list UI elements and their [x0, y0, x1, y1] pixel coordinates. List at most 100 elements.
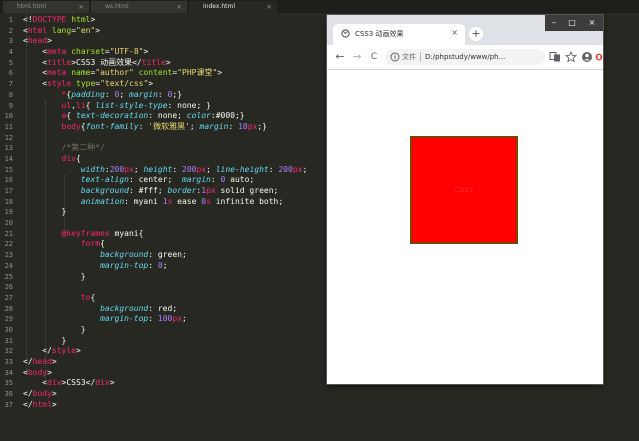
code-token: padding: [71, 89, 105, 99]
code-token: >: [51, 389, 57, 399]
line-number: 20: [4, 219, 13, 228]
code-line: <head>: [23, 36, 307, 47]
code-line: </html>: [23, 400, 307, 411]
code-token: margin-top: [100, 260, 149, 270]
line-number: 15: [4, 165, 13, 174]
code-token: >: [217, 68, 223, 78]
code-token: px: [247, 121, 258, 131]
editor-tab-label: ws.html: [105, 3, 129, 10]
line-number: 3: [8, 37, 13, 46]
code-token: 200: [109, 164, 125, 174]
code-line: background: green;: [23, 250, 307, 261]
code-token: :: [210, 175, 221, 185]
line-number: 37: [4, 400, 13, 409]
code-line: }: [23, 272, 307, 283]
line-number: 19: [4, 208, 13, 217]
info-icon[interactable]: [390, 52, 400, 62]
translate-icon[interactable]: [549, 51, 561, 63]
maximize-button[interactable]: □: [563, 15, 581, 31]
code-token: >: [165, 57, 171, 67]
code-token: style: [47, 79, 72, 89]
close-icon[interactable]: ×: [266, 1, 272, 13]
reload-button[interactable]: C: [367, 49, 381, 65]
code-line: </body>: [23, 389, 307, 400]
code-line: a{ text-decoration: none; color:#000;}: [23, 111, 307, 122]
code-token: >: [47, 367, 52, 377]
new-tab-button[interactable]: +: [469, 27, 483, 41]
code-token: </: [23, 346, 52, 356]
code-token: >CSS3</: [61, 378, 96, 388]
code-token: 200: [278, 164, 293, 174]
code-token: meta: [47, 47, 67, 57]
code-token: {: [100, 239, 105, 249]
star-icon[interactable]: [565, 51, 577, 63]
code-token: #000: [215, 111, 235, 121]
minimize-button[interactable]: –: [545, 15, 563, 31]
address-bar[interactable]: 文件 D:/phpstudy/www/ph...: [385, 49, 545, 65]
code-token: ;: [206, 164, 216, 174]
code-token: ;: [189, 121, 200, 131]
window-close-button[interactable]: ×: [581, 15, 603, 31]
extension-icon[interactable]: [595, 51, 603, 63]
browser-toolbar: ← → C 文件 D:/phpstudy/www/ph...: [327, 45, 603, 70]
code-token: :: [148, 260, 158, 270]
code-token: <: [23, 47, 48, 57]
code-line: </head>: [23, 357, 307, 368]
code-line: form{: [23, 239, 307, 250]
code-token: </: [23, 389, 33, 399]
code-line: @keyframes myani{: [23, 229, 307, 240]
code-token: border: [167, 186, 197, 195]
forward-button[interactable]: →: [350, 49, 364, 65]
code-token: >: [95, 25, 101, 35]
address-url[interactable]: D:/phpstudy/www/ph...: [425, 49, 505, 65]
code-content[interactable]: <!DOCTYPE html> <html lang="en"> <head> <m…: [23, 15, 307, 410]
editor-tab-ws[interactable]: ws.html ×: [91, 1, 187, 13]
page-viewport: CSS3: [327, 70, 603, 384]
code-token: style: [51, 346, 76, 356]
code-token: : red;: [148, 303, 178, 313]
code-token: : green;: [148, 250, 187, 260]
code-token: {: [85, 100, 96, 110]
code-token: auto;: [225, 175, 255, 185]
code-token: infinite both;: [210, 196, 284, 206]
back-button[interactable]: ←: [333, 49, 347, 65]
code-line: <style type="text/css">: [23, 79, 307, 90]
code-token: >CSS3 动画效果</: [71, 57, 142, 67]
code-token: px: [206, 186, 216, 195]
editor-tab-html[interactable]: html.html ×: [3, 1, 89, 13]
code-token: <: [23, 68, 48, 78]
code-token: 10: [238, 121, 248, 131]
code-token: >: [90, 15, 96, 24]
editor-tab-bar: html.html × ws.html × index.html ×: [0, 0, 639, 13]
editor-tab-index[interactable]: index.html ×: [189, 1, 277, 13]
code-token: html: [27, 25, 48, 35]
browser-tab[interactable]: CSS3 动画效果 ×: [333, 24, 465, 45]
close-icon[interactable]: ×: [176, 1, 182, 13]
close-icon[interactable]: ×: [78, 1, 84, 13]
code-token: html: [32, 399, 52, 409]
globe-icon: [341, 29, 350, 38]
code-token: solid green;: [215, 186, 279, 195]
line-number: 12: [4, 133, 13, 142]
code-token: 200: [182, 164, 197, 174]
code-token: {: [90, 292, 96, 302]
code-token: text-decoration: [76, 111, 149, 121]
code-token: :: [167, 100, 178, 110]
profile-icon[interactable]: [581, 51, 593, 63]
code-token: >: [47, 36, 52, 46]
code-token: >: [51, 357, 57, 366]
browser-tab-title: CSS3 动画效果: [355, 30, 404, 38]
line-number: 21: [4, 229, 13, 238]
code-token: name: [71, 68, 91, 78]
line-number: 11: [4, 122, 13, 131]
code-line: background: red;: [23, 304, 307, 315]
code-token: '微软雅黑': [148, 121, 190, 131]
line-number: 22: [4, 240, 13, 249]
close-icon[interactable]: ×: [451, 28, 458, 37]
code-token: list-style-type: [95, 100, 168, 110]
code-token: meta: [47, 68, 67, 78]
line-number: 34: [4, 368, 13, 377]
